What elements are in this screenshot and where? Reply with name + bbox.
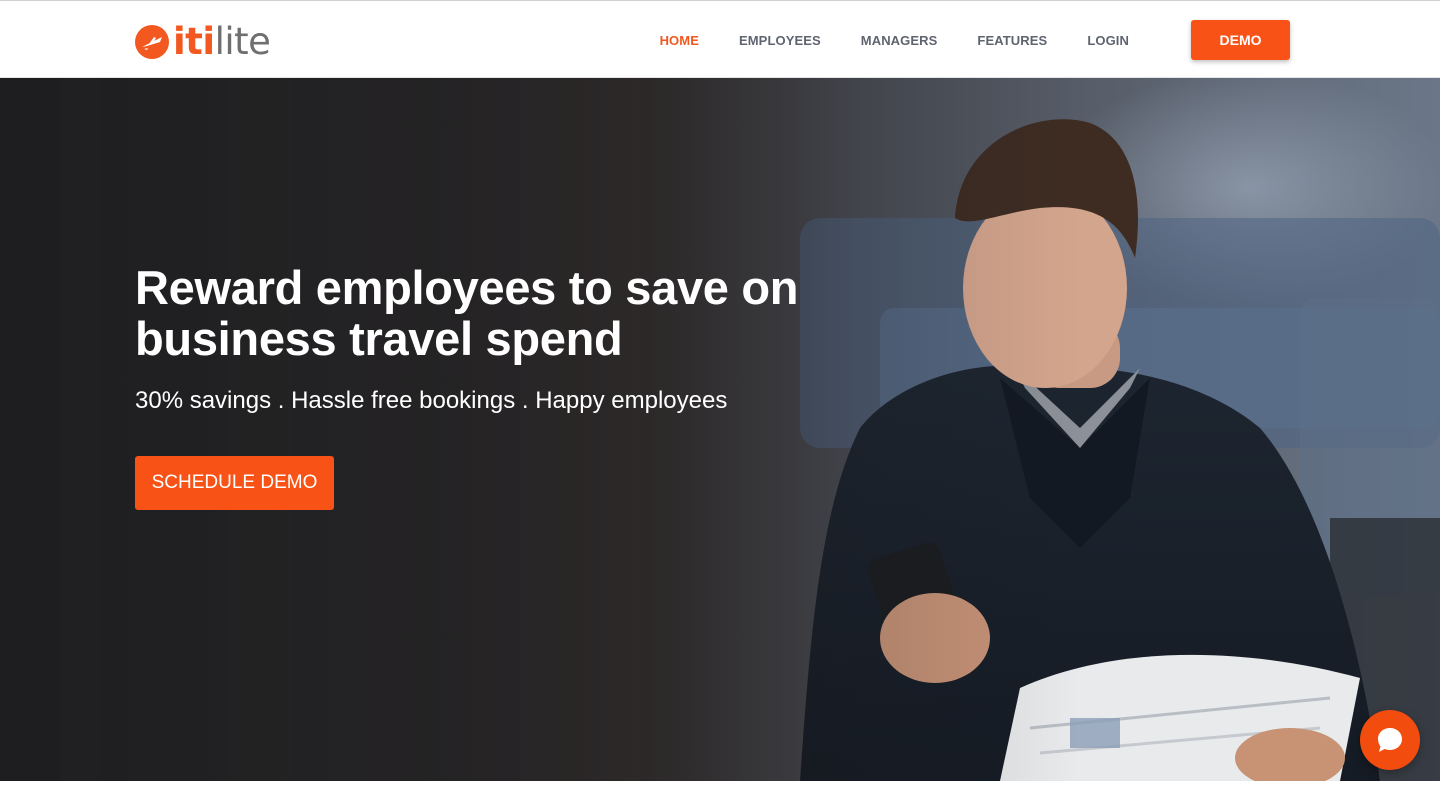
demo-button[interactable]: DEMO xyxy=(1191,20,1290,60)
logo-text-lite: lite xyxy=(214,20,271,63)
plane-logo-icon xyxy=(135,25,169,59)
nav-employees[interactable]: EMPLOYEES xyxy=(739,33,821,48)
chat-widget-button[interactable] xyxy=(1360,710,1420,770)
nav-login[interactable]: LOGIN xyxy=(1087,33,1129,48)
schedule-demo-button[interactable]: SCHEDULE DEMO xyxy=(135,456,334,510)
hero-title: Reward employees to save on business tra… xyxy=(135,261,799,365)
hero-section: Reward employees to save on business tra… xyxy=(0,78,1440,781)
main-nav: HOME EMPLOYEES MANAGERS FEATURES LOGIN D… xyxy=(620,1,1290,79)
itilite-logo[interactable]: itilite xyxy=(135,20,271,63)
chat-bubble-icon xyxy=(1378,728,1402,752)
nav-features[interactable]: FEATURES xyxy=(977,33,1047,48)
site-header: itilite HOME EMPLOYEES MANAGERS FEATURES… xyxy=(0,0,1440,78)
nav-managers[interactable]: MANAGERS xyxy=(861,33,938,48)
logo-wordmark: itilite xyxy=(173,20,271,63)
logo-text-iti: iti xyxy=(173,20,215,63)
hero-dark-overlay xyxy=(0,78,1440,781)
page-bottom-strip xyxy=(0,781,1440,788)
hero-subtitle: 30% savings . Hassle free bookings . Hap… xyxy=(135,387,728,414)
nav-home[interactable]: HOME xyxy=(660,33,699,48)
